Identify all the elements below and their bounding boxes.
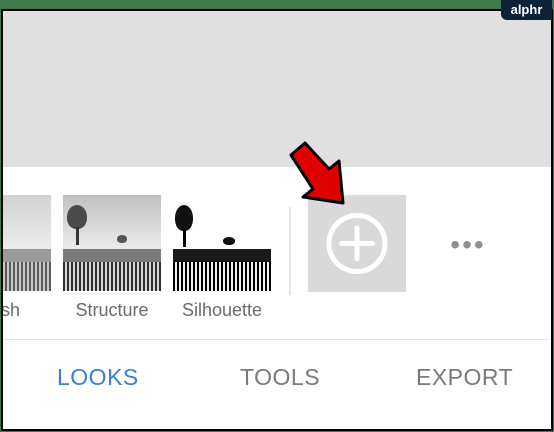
tab-tools[interactable]: TOOLS <box>240 364 320 391</box>
device-frame: sh Structure Silhouette ••• LOOKS TOOLS … <box>1 9 553 431</box>
look-item-brush[interactable]: sh <box>3 195 51 320</box>
look-thumbnail <box>173 195 271 291</box>
look-thumbnail <box>3 195 51 291</box>
bottom-navigation: LOOKS TOOLS EXPORT <box>3 339 551 429</box>
look-label: Silhouette <box>181 300 263 320</box>
more-horizontal-icon: ••• <box>450 229 486 260</box>
tab-looks[interactable]: LOOKS <box>57 364 139 391</box>
red-arrow-icon <box>289 141 345 205</box>
alphr-watermark: alphr <box>501 0 552 20</box>
looks-strip: sh Structure Silhouette ••• <box>3 167 551 339</box>
app-screen: sh Structure Silhouette ••• LOOKS TOOLS … <box>3 11 551 429</box>
tab-export[interactable]: EXPORT <box>416 364 513 391</box>
look-item-silhouette[interactable]: Silhouette <box>173 195 271 320</box>
look-thumbnail <box>63 195 161 291</box>
look-label: Structure <box>75 300 149 320</box>
more-button[interactable]: ••• <box>443 231 493 259</box>
image-preview <box>3 11 551 167</box>
look-item-structure[interactable]: Structure <box>63 195 161 320</box>
